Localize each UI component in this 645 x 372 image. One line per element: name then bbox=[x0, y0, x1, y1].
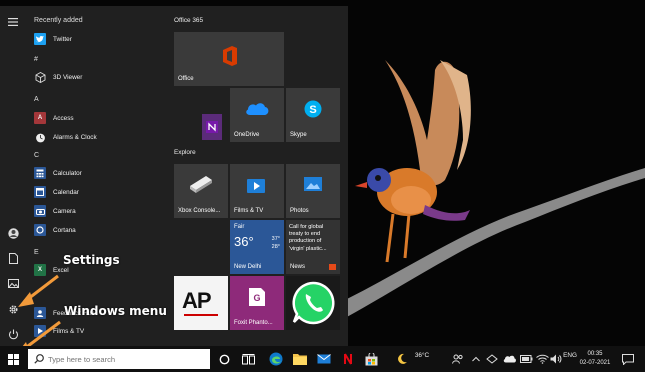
start-button[interactable] bbox=[5, 351, 21, 367]
speaker-icon bbox=[550, 354, 562, 364]
search-icon bbox=[34, 354, 44, 364]
clock-time: 00:35 bbox=[587, 351, 603, 357]
taskbar-store[interactable] bbox=[363, 351, 379, 367]
battery-icon bbox=[519, 355, 532, 363]
cortana-circle-icon bbox=[219, 354, 229, 364]
task-view-icon bbox=[241, 353, 255, 364]
tray-app-icon bbox=[486, 354, 498, 364]
clock-date: 02-07-2021 bbox=[579, 360, 611, 366]
taskbar-edge[interactable] bbox=[268, 351, 284, 367]
chevron-up-icon bbox=[472, 356, 480, 362]
input-language-button[interactable]: ENG bbox=[562, 352, 578, 359]
task-view-button[interactable] bbox=[240, 351, 256, 367]
show-hidden-icons-button[interactable] bbox=[468, 351, 484, 367]
mail-icon bbox=[317, 354, 331, 364]
notification-icon bbox=[622, 353, 634, 365]
taskbar-netflix[interactable] bbox=[340, 351, 356, 367]
taskbar-explorer[interactable] bbox=[292, 351, 308, 367]
moon-icon bbox=[398, 353, 407, 364]
onedrive-tray-icon bbox=[503, 355, 516, 363]
annotation-settings: Settings bbox=[63, 253, 120, 267]
battery-button[interactable] bbox=[518, 351, 534, 367]
settings-arrow bbox=[18, 274, 59, 307]
search-box[interactable] bbox=[28, 349, 210, 369]
people-icon bbox=[452, 354, 463, 364]
store-bag-icon bbox=[365, 352, 377, 365]
annotation-windows-menu: Windows menu bbox=[64, 304, 167, 318]
taskbar: 36°C ENG 00:35 02-07-2021 bbox=[0, 346, 645, 372]
folder-icon bbox=[293, 354, 307, 365]
weather-widget-icon[interactable] bbox=[394, 351, 410, 367]
search-input[interactable] bbox=[48, 354, 198, 364]
wifi-icon bbox=[535, 354, 549, 364]
windows-logo-icon bbox=[7, 353, 19, 365]
netflix-icon bbox=[342, 352, 354, 366]
edge-icon bbox=[269, 352, 283, 366]
tray-app-button[interactable] bbox=[484, 351, 500, 367]
clock[interactable]: 00:35 02-07-2021 bbox=[578, 350, 612, 368]
people-button[interactable] bbox=[450, 351, 466, 367]
onedrive-tray-button[interactable] bbox=[501, 351, 517, 367]
cortana-button[interactable] bbox=[216, 351, 232, 367]
action-center-button[interactable] bbox=[620, 351, 636, 367]
taskbar-mail[interactable] bbox=[316, 351, 332, 367]
weather-temperature-taskbar[interactable]: 36°C bbox=[410, 352, 434, 359]
